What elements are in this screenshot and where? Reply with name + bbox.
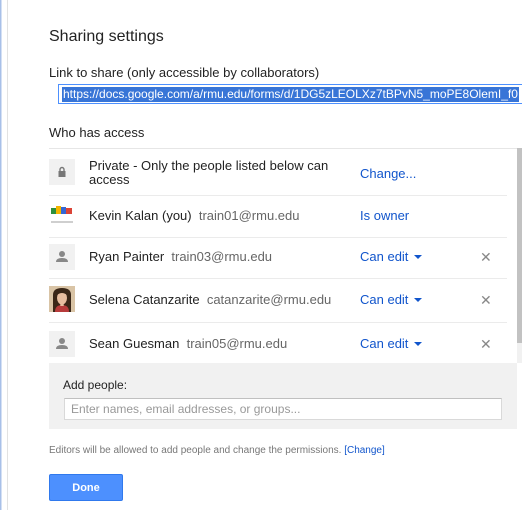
person-name: Ryan Painter bbox=[89, 249, 165, 264]
person-row: Ryan Painter train03@rmu.edu Can edit ✕ bbox=[49, 237, 507, 279]
person-name: Sean Guesman bbox=[89, 336, 180, 351]
permission-dropdown[interactable]: Can edit bbox=[360, 336, 423, 351]
person-icon bbox=[49, 331, 75, 357]
window-left-edge bbox=[0, 0, 6, 510]
person-name: Kevin Kalan (you) bbox=[89, 208, 192, 223]
editors-note-text: Editors will be allowed to add people an… bbox=[49, 445, 342, 456]
person-row: Selena Catanzarite catanzarite@rmu.edu C… bbox=[49, 278, 507, 323]
done-button[interactable]: Done bbox=[49, 474, 123, 501]
permission-dropdown[interactable]: Can edit bbox=[360, 292, 423, 307]
person-name-email: Kevin Kalan (you) train01@rmu.edu bbox=[89, 208, 300, 223]
who-has-access-label: Who has access bbox=[49, 125, 145, 140]
person-email: train01@rmu.edu bbox=[198, 208, 300, 223]
selena-avatar bbox=[49, 286, 75, 312]
access-list: Private - Only the people listed below c… bbox=[49, 148, 517, 364]
dialog-title: Sharing settings bbox=[49, 28, 164, 45]
person-email: train03@rmu.edu bbox=[171, 249, 273, 264]
person-name: Selena Catanzarite bbox=[89, 292, 200, 307]
add-people-input[interactable] bbox=[64, 398, 502, 420]
person-email: train05@rmu.edu bbox=[186, 336, 288, 351]
share-link-text: https://docs.google.com/a/rmu.edu/forms/… bbox=[62, 87, 519, 102]
privacy-description: Private - Only the people listed below c… bbox=[89, 158, 329, 187]
person-email: catanzarite@rmu.edu bbox=[206, 292, 332, 307]
permission-label: Can edit bbox=[360, 292, 409, 307]
scrollbar-thumb[interactable] bbox=[517, 148, 522, 343]
change-privacy-link[interactable]: Change... bbox=[360, 166, 416, 181]
person-name-email: Ryan Painter train03@rmu.edu bbox=[89, 249, 272, 264]
link-to-share-label: Link to share (only accessible by collab… bbox=[49, 65, 320, 80]
person-name-email: Selena Catanzarite catanzarite@rmu.edu bbox=[89, 292, 331, 307]
chevron-down-icon bbox=[414, 342, 423, 346]
editors-note: Editors will be allowed to add people an… bbox=[49, 445, 385, 456]
permission-label: Can edit bbox=[360, 336, 409, 351]
kevin-avatar bbox=[49, 203, 75, 229]
add-people-panel: Add people: bbox=[49, 363, 517, 429]
add-people-label: Add people: bbox=[63, 378, 128, 392]
sharing-settings-dialog: Sharing settings Link to share (only acc… bbox=[8, 0, 522, 510]
permission-dropdown[interactable]: Can edit bbox=[360, 249, 423, 264]
permission-label: Can edit bbox=[360, 249, 409, 264]
remove-person-button[interactable]: ✕ bbox=[480, 336, 492, 353]
privacy-row: Private - Only the people listed below c… bbox=[49, 149, 507, 196]
lock-icon bbox=[49, 159, 75, 185]
remove-person-button[interactable]: ✕ bbox=[480, 249, 492, 266]
chevron-down-icon bbox=[414, 298, 423, 302]
remove-person-button[interactable]: ✕ bbox=[480, 292, 492, 309]
access-list-scrollbar[interactable] bbox=[517, 148, 522, 363]
owner-label: Is owner bbox=[360, 208, 410, 223]
change-editors-link[interactable]: [Change] bbox=[344, 445, 385, 456]
share-link-field[interactable]: https://docs.google.com/a/rmu.edu/forms/… bbox=[58, 84, 522, 104]
person-row: Sean Guesman train05@rmu.edu Can edit ✕ bbox=[49, 322, 507, 364]
person-icon bbox=[49, 244, 75, 270]
chevron-down-icon bbox=[414, 255, 423, 259]
person-row: Kevin Kalan (you) train01@rmu.edu Is own… bbox=[49, 195, 507, 238]
person-name-email: Sean Guesman train05@rmu.edu bbox=[89, 336, 287, 351]
